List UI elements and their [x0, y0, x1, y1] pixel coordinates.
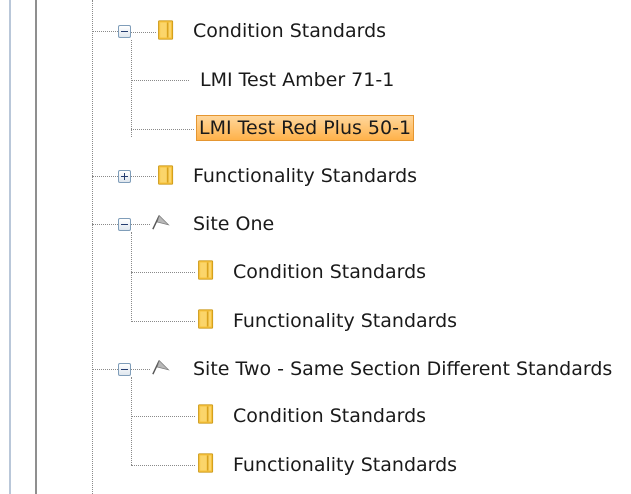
tree-node-label[interactable]: Condition Standards	[230, 259, 429, 285]
collapse-toggle-icon[interactable]	[118, 25, 131, 38]
flag-icon	[152, 214, 170, 230]
tree-node-label[interactable]: Condition Standards	[230, 403, 429, 429]
tree-node-label[interactable]: Site One	[190, 211, 277, 237]
folder-icon	[198, 260, 214, 280]
tree-node-label[interactable]: Functionality Standards	[230, 452, 460, 478]
tree-guide-line	[92, 369, 118, 370]
tree-guide-line	[131, 369, 150, 370]
tree-node-label[interactable]: Condition Standards	[190, 18, 389, 44]
tree-guide-line	[131, 232, 132, 322]
folder-icon	[198, 309, 214, 329]
tree-guide-line	[131, 416, 195, 417]
tree-node-label[interactable]: Functionality Standards	[230, 308, 460, 334]
left-panel-splitter[interactable]	[0, 0, 37, 494]
tree-guide-line	[92, 0, 93, 494]
collapse-toggle-icon[interactable]	[118, 218, 131, 231]
tree-node-label[interactable]: Functionality Standards	[190, 163, 420, 189]
folder-icon	[158, 20, 174, 40]
tree-guide-line	[131, 377, 132, 465]
flag-icon	[152, 359, 170, 375]
tree-node-label[interactable]: LMI Test Red Plus 50-1	[196, 115, 415, 141]
tree-guide-line	[131, 80, 189, 81]
folder-icon	[158, 165, 174, 185]
tree-node-label[interactable]: Site Two - Same Section Different Standa…	[190, 356, 615, 382]
tree-guide-line	[131, 272, 195, 273]
folder-icon	[198, 453, 214, 473]
tree-guide-line	[92, 31, 118, 32]
tree-guide-line	[131, 321, 195, 322]
tree-guide-line	[92, 176, 118, 177]
tree-guide-line	[131, 176, 156, 177]
folder-icon	[198, 404, 214, 424]
tree-guide-line	[131, 224, 150, 225]
tree-node-label[interactable]: LMI Test Amber 71-1	[197, 67, 397, 93]
expand-toggle-icon[interactable]	[118, 170, 131, 183]
tree-guide-line	[92, 224, 118, 225]
collapse-toggle-icon[interactable]	[118, 363, 131, 376]
tree-guide-line	[131, 465, 195, 466]
tree-guide-line	[131, 32, 156, 33]
tree-guide-line	[131, 40, 132, 137]
tree-guide-line	[131, 129, 194, 130]
